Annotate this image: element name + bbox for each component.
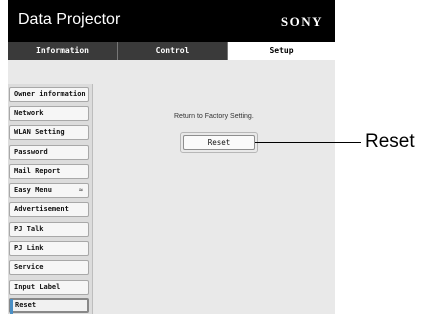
sidebar-item-reset[interactable]: Reset xyxy=(9,298,89,314)
sidebar-item-advertisement[interactable]: Advertisement xyxy=(9,202,89,217)
sidebar-item-label: Easy Menu xyxy=(14,186,52,194)
sidebar-item-owner-information[interactable]: Owner information xyxy=(9,87,89,102)
sidebar-item-label: PJ Talk xyxy=(14,225,44,233)
sidebar-item-label: Password xyxy=(14,148,48,156)
tab-bar: Information Control Setup xyxy=(8,42,335,60)
sidebar: Owner information Network WLAN Setting P… xyxy=(8,84,93,314)
brand-logo: SONY xyxy=(280,14,323,29)
sidebar-item-label: Advertisement xyxy=(14,205,69,213)
sidebar-item-label: Input Label xyxy=(14,283,61,291)
tab-control[interactable]: Control xyxy=(118,42,228,60)
sidebar-item-input-label[interactable]: Input Label xyxy=(9,280,89,295)
sidebar-item-network[interactable]: Network xyxy=(9,106,89,121)
sidebar-item-label: Network xyxy=(14,109,44,117)
tab-setup[interactable]: Setup xyxy=(228,42,335,60)
sidebar-item-mail-report[interactable]: Mail Report xyxy=(9,164,89,179)
sidebar-item-pj-talk[interactable]: PJ Talk xyxy=(9,222,89,237)
sidebar-item-easy-menu[interactable]: Easy Menu ≈ xyxy=(9,183,89,198)
sidebar-item-password[interactable]: Password xyxy=(9,145,89,160)
callout-label: Reset xyxy=(365,131,415,152)
callout-line xyxy=(255,142,361,143)
sidebar-item-pj-link[interactable]: PJ Link xyxy=(9,241,89,256)
sidebar-item-service[interactable]: Service xyxy=(9,260,89,275)
sidebar-item-label: PJ Link xyxy=(14,244,44,252)
sidebar-item-label: Service xyxy=(14,263,44,271)
reset-button[interactable]: Reset xyxy=(183,135,255,150)
factory-reset-message: Return to Factory Setting. xyxy=(174,113,254,120)
sidebar-item-wlan-setting[interactable]: WLAN Setting xyxy=(9,125,89,140)
projector-web-panel: Data Projector SONY Information Control … xyxy=(8,0,335,314)
sidebar-item-label: Mail Report xyxy=(14,167,61,175)
header-bar: Data Projector SONY xyxy=(8,0,335,42)
chevron-up-icon: ≈ xyxy=(78,186,83,194)
selected-indicator xyxy=(10,299,13,314)
sidebar-item-label: Owner information xyxy=(14,90,86,98)
tab-information[interactable]: Information xyxy=(8,42,118,60)
app-title: Data Projector xyxy=(18,11,121,28)
sidebar-item-label: WLAN Setting xyxy=(14,128,65,136)
sidebar-item-label: Reset xyxy=(15,301,37,309)
